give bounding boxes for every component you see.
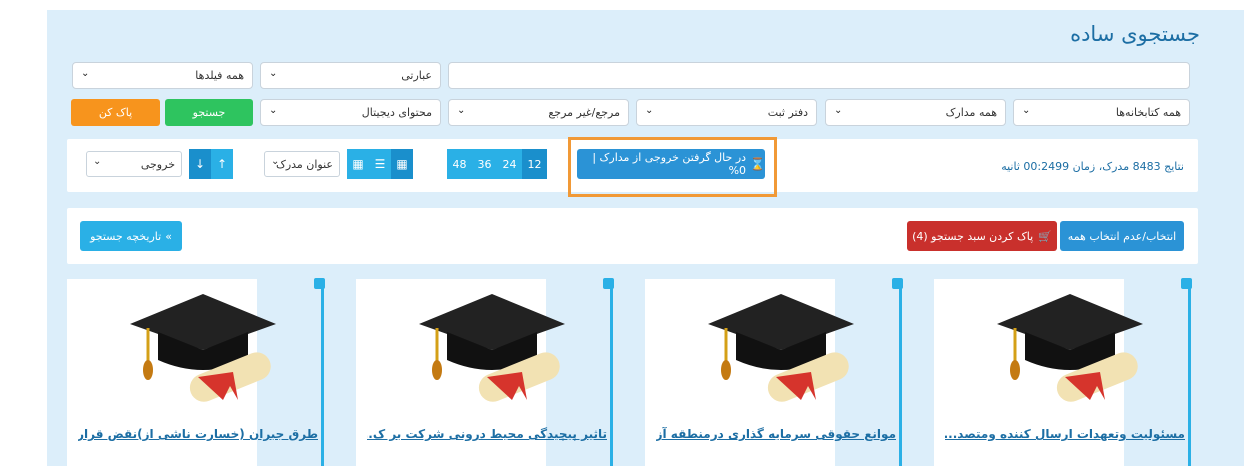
documents-select-value: همه مدارک: [945, 106, 997, 119]
result-title-link[interactable]: طرق جبران (خسارت ناشی از)نقض قرار...: [78, 427, 318, 447]
table-view-icon[interactable]: ▦: [347, 149, 369, 179]
search-input[interactable]: [448, 62, 1190, 89]
grid-view-icon[interactable]: ▦: [391, 149, 413, 179]
graduation-cap-icon: [708, 294, 854, 402]
libraries-select-value: همه کتابخانه‌ها: [1115, 106, 1181, 119]
search-history-label: تاریخچه جستجو: [90, 229, 162, 243]
digital-select[interactable]: محتوای دیجیتال ⌄: [260, 99, 441, 126]
chevron-down-icon: ⌄: [645, 105, 654, 116]
chevron-down-icon: ⌄: [81, 68, 90, 79]
chevron-down-icon: ⌄: [271, 156, 280, 167]
page-size-12[interactable]: 12: [522, 149, 547, 179]
result-title-link[interactable]: مسئولیت وتعهدات ارسال کننده ومتصد...: [945, 427, 1185, 447]
chevron-down-icon: ⌄: [93, 156, 102, 167]
reference-select-value: مرجع/غیر مرجع: [548, 106, 620, 119]
search-button[interactable]: جستجو: [165, 99, 253, 126]
registry-select-value: دفتر ثبت: [767, 106, 808, 119]
page-size-24[interactable]: 24: [497, 149, 522, 179]
chevron-down-icon: ⌄: [1022, 105, 1031, 116]
graduation-cap-icon: [130, 294, 276, 402]
card-border: [321, 279, 324, 466]
card-border: [610, 279, 613, 466]
sort-descending-icon[interactable]: ↑: [211, 149, 233, 179]
card-checkbox[interactable]: [892, 278, 903, 289]
card-checkbox[interactable]: [314, 278, 325, 289]
chevron-down-icon: ⌄: [834, 105, 843, 116]
registry-select[interactable]: دفتر ثبت ⌄: [636, 99, 817, 126]
reference-select[interactable]: مرجع/غیر مرجع ⌄: [448, 99, 629, 126]
page-size-group: 48 36 24 12: [447, 149, 547, 179]
output-select[interactable]: خروجی ⌄: [86, 151, 182, 177]
result-title-link[interactable]: تاثیر پیچیدگی محیط درونی شرکت بر ک...: [367, 427, 607, 447]
basket-icon: 🛒: [1038, 229, 1052, 243]
phrase-select[interactable]: عبارتی ⌄: [260, 62, 441, 89]
page-size-36[interactable]: 36: [472, 149, 497, 179]
clear-button[interactable]: پاک کن: [71, 99, 160, 126]
chevron-down-icon: ⌄: [269, 105, 278, 116]
sort-ascending-icon[interactable]: ↓: [189, 149, 211, 179]
fields-select-value: همه فیلدها: [195, 69, 244, 82]
sort-direction-group: ↓ ↑: [189, 149, 233, 179]
search-history-button[interactable]: » تاریخچه جستجو: [80, 221, 182, 251]
actions-bar: انتخاب/عدم انتخاب همه 🛒 پاک کردن سبد جست…: [67, 208, 1198, 264]
clear-basket-button[interactable]: 🛒 پاک کردن سبد جستجو (4): [907, 221, 1057, 251]
clear-basket-label: پاک کردن سبد جستجو (4): [912, 229, 1034, 243]
chevron-down-icon: ⌄: [457, 105, 466, 116]
results-summary: نتایج 8483 مدرک، زمان 00:2499 ثانیه: [1001, 160, 1184, 173]
digital-select-value: محتوای دیجیتال: [361, 106, 432, 119]
view-mode-group: ▦ ☰ ▦: [347, 149, 413, 179]
page-size-48[interactable]: 48: [447, 149, 472, 179]
card-border: [899, 279, 902, 466]
graduation-cap-icon: [419, 294, 565, 402]
page-title: جستجوی ساده: [1070, 22, 1200, 46]
chevron-double-down-icon: »: [165, 229, 172, 243]
select-all-button[interactable]: انتخاب/عدم انتخاب همه: [1060, 221, 1184, 251]
graduation-cap-icon: [997, 294, 1143, 402]
card-border: [1188, 279, 1191, 466]
card-checkbox[interactable]: [1181, 278, 1192, 289]
chevron-down-icon: ⌄: [269, 68, 278, 79]
documents-select[interactable]: همه مدارک ⌄: [825, 99, 1006, 126]
sort-select-value: عنوان مدرک: [275, 157, 333, 171]
phrase-select-value: عبارتی: [401, 69, 432, 82]
libraries-select[interactable]: همه کتابخانه‌ها ⌄: [1013, 99, 1190, 126]
output-select-value: خروجی: [140, 157, 175, 171]
list-view-icon[interactable]: ☰: [369, 149, 391, 179]
fields-select[interactable]: همه فیلدها ⌄: [72, 62, 253, 89]
card-checkbox[interactable]: [603, 278, 614, 289]
sort-select[interactable]: عنوان مدرک ⌄: [264, 151, 340, 177]
highlight-box: [568, 137, 777, 197]
result-title-link[interactable]: موانع حقوقی سرمایه گذاری درمنطقه آز...: [656, 427, 896, 447]
